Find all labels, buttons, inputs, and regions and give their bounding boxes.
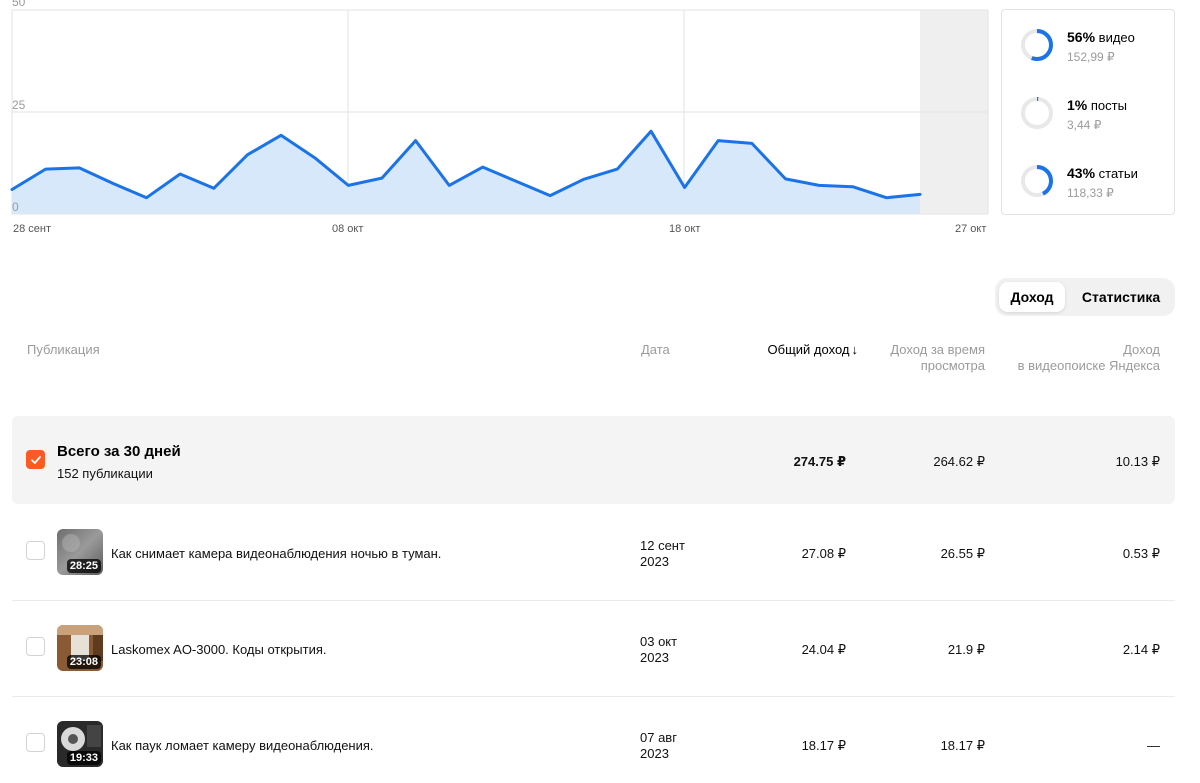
column-search-label-1: Доход xyxy=(1123,342,1160,357)
income-breakdown-panel: 56% видео 152,99 ₽ 1% посты 3,44 ₽ 43% с… xyxy=(1001,9,1175,215)
breakdown-articles: 43% статьи 118,33 ₽ xyxy=(1020,164,1170,214)
breakdown-percent: 43% xyxy=(1067,165,1096,181)
row-total-income: 18.17 ₽ xyxy=(801,738,846,753)
tab-income[interactable]: Доход xyxy=(999,282,1065,312)
breakdown-label: посты xyxy=(1090,98,1127,113)
row-total-income: 27.08 ₽ xyxy=(801,546,846,561)
x-tick-label: 27 окт xyxy=(955,223,987,235)
breakdown-amount: 152,99 ₽ xyxy=(1067,50,1115,64)
column-watch-income[interactable]: Доход за время просмотра xyxy=(835,342,985,374)
total-watch-value: 264.62 ₽ xyxy=(933,454,985,469)
column-publication[interactable]: Публикация xyxy=(27,342,100,358)
row-search-income: 2.14 ₽ xyxy=(1122,642,1160,657)
date-day: 12 сент xyxy=(640,538,685,553)
row-checkbox[interactable] xyxy=(26,541,45,560)
column-search-label-2: в видеопоиске Яндекса xyxy=(1017,358,1160,373)
column-watch-label-2: просмотра xyxy=(920,358,985,373)
y-tick-25: 25 xyxy=(12,98,26,112)
row-total-income: 24.04 ₽ xyxy=(801,642,846,657)
y-tick-50: 50 xyxy=(12,0,26,9)
y-tick-0: 0 xyxy=(12,200,19,214)
x-tick-label: 28 сент xyxy=(13,223,52,235)
total-title: Всего за 30 дней xyxy=(57,443,181,460)
publication-date: 03 окт 2023 xyxy=(640,634,677,666)
row-search-income: 0.53 ₽ xyxy=(1122,546,1160,561)
publication-title[interactable]: Laskomex AO-3000. Коды открытия. xyxy=(111,642,326,657)
row-watch-income: 18.17 ₽ xyxy=(940,738,985,753)
select-all-checkbox[interactable] xyxy=(26,450,45,469)
date-day: 07 авг xyxy=(640,730,677,745)
table-row[interactable]: 23:08 Laskomex AO-3000. Коды открытия. 0… xyxy=(12,600,1175,696)
tab-statistics[interactable]: Статистика xyxy=(1071,282,1171,312)
date-year: 2023 xyxy=(640,554,669,569)
row-checkbox[interactable] xyxy=(26,733,45,752)
x-tick-label: 18 окт xyxy=(669,223,701,235)
publication-date: 12 сент 2023 xyxy=(640,538,685,570)
video-duration: 28:25 xyxy=(66,559,101,573)
donut-track xyxy=(1021,97,1053,129)
publication-title[interactable]: Как снимает камера видеонаблюдения ночью… xyxy=(111,546,441,561)
row-checkbox[interactable] xyxy=(26,637,45,656)
table-row[interactable]: 28:25 Как снимает камера видеонаблюдения… xyxy=(12,504,1175,600)
income-area xyxy=(12,131,920,214)
column-watch-label-1: Доход за время xyxy=(890,342,985,357)
donut-posts-icon xyxy=(1021,97,1053,129)
row-watch-income: 21.9 ₽ xyxy=(947,642,985,657)
breakdown-label: видео xyxy=(1098,30,1135,45)
table-row[interactable]: 19:33 Как паук ломает камеру видеонаблюд… xyxy=(12,696,1175,783)
video-duration: 23:08 xyxy=(66,655,101,669)
total-search-value: 10.13 ₽ xyxy=(1115,454,1160,469)
video-thumbnail[interactable]: 19:33 xyxy=(57,721,103,767)
column-search-income[interactable]: Доход в видеопоиске Яндекса xyxy=(990,342,1160,374)
chart-canvas xyxy=(10,9,989,215)
publication-date: 07 авг 2023 xyxy=(640,730,677,762)
breakdown-label: статьи xyxy=(1098,166,1138,181)
breakdown-posts: 1% посты 3,44 ₽ xyxy=(1020,96,1170,146)
donut-articles-icon xyxy=(1021,165,1053,197)
video-thumbnail[interactable]: 28:25 xyxy=(57,529,103,575)
video-thumbnail[interactable]: 23:08 xyxy=(57,625,103,671)
income-chart: 50 25 0 28 сент 08 окт 18 окт 27 окт xyxy=(0,0,1000,245)
breakdown-amount: 3,44 ₽ xyxy=(1067,118,1102,132)
x-tick-label: 08 окт xyxy=(332,223,364,235)
row-search-income: — xyxy=(1147,738,1160,753)
donut-video-icon xyxy=(1021,29,1053,61)
date-day: 03 окт xyxy=(640,634,678,649)
breakdown-percent: 56% xyxy=(1067,29,1096,45)
check-icon xyxy=(31,456,41,464)
total-publications-count: 152 публикации xyxy=(57,466,153,481)
total-row: Всего за 30 дней 152 публикации 274.75 ₽… xyxy=(12,416,1175,504)
breakdown-video: 56% видео 152,99 ₽ xyxy=(1020,28,1170,78)
publication-title[interactable]: Как паук ломает камеру видеонаблюдения. xyxy=(111,738,374,753)
view-toggle: Доход Статистика xyxy=(995,278,1175,316)
date-year: 2023 xyxy=(640,650,669,665)
total-income-value: 274.75 ₽ xyxy=(793,454,846,469)
date-year: 2023 xyxy=(640,746,669,761)
row-watch-income: 26.55 ₽ xyxy=(940,546,985,561)
column-date[interactable]: Дата xyxy=(641,342,670,358)
breakdown-amount: 118,33 ₽ xyxy=(1067,186,1114,200)
breakdown-percent: 1% xyxy=(1067,97,1088,113)
video-duration: 19:33 xyxy=(66,751,101,765)
